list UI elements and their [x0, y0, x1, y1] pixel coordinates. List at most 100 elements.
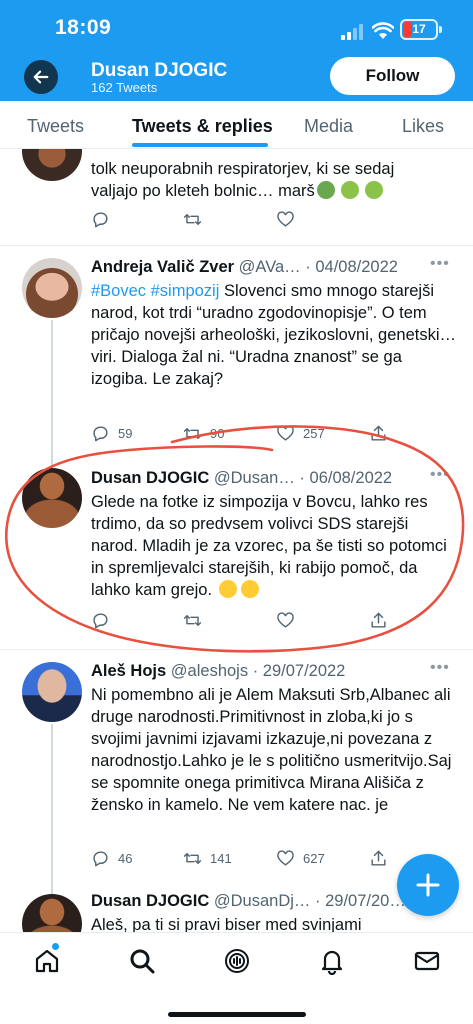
retweet-button[interactable]: [183, 208, 210, 230]
tweet-date[interactable]: 29/07/20…: [325, 892, 406, 910]
follow-button[interactable]: Follow: [330, 57, 455, 95]
profile-tabs: Tweets Tweets & replies Media Likes: [0, 101, 473, 149]
author-name[interactable]: Dusan DJOGIC: [91, 469, 209, 487]
reply-icon: [93, 850, 108, 866]
notification-dot: [52, 943, 59, 950]
reply-button[interactable]: [91, 609, 118, 631]
author-handle[interactable]: @AVa…: [239, 258, 301, 276]
zany-face-emoji: [218, 580, 237, 598]
tab-tweets-replies[interactable]: Tweets & replies: [132, 116, 273, 137]
reply-button[interactable]: 46: [91, 847, 132, 869]
hashtag-links[interactable]: #Bovec #simpozij: [91, 282, 219, 300]
tweet-actions: 46 141 627: [91, 847, 391, 869]
battery-level: 17: [412, 22, 426, 36]
retweet-icon: [183, 852, 202, 864]
share-button[interactable]: [369, 847, 396, 869]
tab-likes[interactable]: Likes: [402, 116, 444, 137]
profile-header: 18:09 17 Dusan DJOGIC 162 Tweets Follow: [0, 0, 473, 101]
nauseated-face-emoji: [316, 181, 335, 199]
tweet-text-line: valjajo po kleteh bolnic… marš: [91, 182, 315, 200]
tweet-date[interactable]: 06/08/2022: [310, 469, 393, 487]
wifi-icon: [372, 22, 394, 39]
avatar[interactable]: [22, 149, 82, 181]
reply-icon: [93, 211, 108, 227]
vomiting-face-emoji: [340, 181, 359, 199]
author-handle[interactable]: @DusanDj…: [214, 892, 311, 910]
more-options-icon[interactable]: •••: [430, 466, 450, 484]
like-button[interactable]: [276, 609, 303, 631]
retweet-button[interactable]: 90: [183, 422, 224, 444]
tweet-count: 162 Tweets: [91, 80, 158, 95]
reply-count: 46: [118, 850, 133, 866]
tab-tweets[interactable]: Tweets: [27, 116, 84, 137]
tweet-date[interactable]: 04/08/2022: [315, 258, 398, 276]
status-time: 18:09: [55, 16, 112, 39]
author-name[interactable]: Andreja Valič Zver: [91, 258, 234, 276]
share-button[interactable]: [369, 422, 396, 444]
status-bar: 18:09 17: [0, 14, 473, 44]
avatar[interactable]: [22, 468, 82, 528]
search-icon[interactable]: [128, 947, 156, 975]
spaces-icon[interactable]: [223, 947, 251, 975]
share-icon: [371, 425, 386, 441]
tweet-date[interactable]: 29/07/2022: [263, 662, 346, 680]
author-name[interactable]: Aleš Hojs: [91, 662, 166, 680]
retweet-count: 141: [210, 850, 232, 866]
tweet-actions: [91, 208, 391, 230]
tweet-text-line: tolk neuporabnih respiratorjev, ki se se…: [91, 160, 395, 178]
like-count: 257: [303, 425, 325, 441]
like-count: 627: [303, 850, 325, 866]
tweet-divider: [0, 245, 473, 246]
plus-icon: [416, 873, 440, 897]
cellular-signal-icon: [341, 24, 363, 40]
tweet-text: Glede na fotke iz simpozija v Bovcu, lah…: [91, 493, 447, 599]
reply-button[interactable]: [91, 208, 118, 230]
tweet-text: Ni pomembno ali je Alem Maksuti Srb,Alba…: [91, 686, 452, 814]
more-options-icon[interactable]: •••: [430, 659, 450, 677]
active-tab-indicator: [132, 143, 268, 147]
reply-icon: [93, 612, 108, 628]
compose-tweet-button[interactable]: [397, 854, 459, 916]
bottom-navigation: [0, 932, 473, 1024]
heart-icon: [277, 210, 294, 227]
battery-icon: 17: [400, 19, 438, 40]
more-options-icon[interactable]: •••: [430, 255, 450, 273]
like-button[interactable]: [276, 208, 303, 230]
avatar[interactable]: [22, 662, 82, 722]
vomiting-face-emoji: [364, 181, 383, 199]
messages-icon[interactable]: [413, 947, 441, 975]
tab-media[interactable]: Media: [304, 116, 353, 137]
share-button[interactable]: [369, 609, 396, 631]
heart-icon: [277, 849, 294, 866]
retweet-button[interactable]: 141: [183, 847, 232, 869]
tweet-text: Aleš, pa ti si pravi biser med svinjami: [91, 916, 362, 932]
arrow-left-icon: [33, 70, 49, 84]
tweet-actions: 59 90 257: [91, 422, 391, 444]
home-icon[interactable]: [33, 947, 61, 975]
reply-icon: [93, 425, 108, 441]
retweet-icon: [183, 427, 202, 439]
tweet-actions: [91, 609, 391, 631]
notifications-icon[interactable]: [318, 947, 346, 976]
share-icon: [371, 612, 386, 628]
like-button[interactable]: 257: [276, 422, 325, 444]
avatar[interactable]: [22, 258, 82, 318]
avatar[interactable]: [22, 894, 82, 932]
author-name[interactable]: Dusan DJOGIC: [91, 892, 209, 910]
tweet-divider: [0, 649, 473, 650]
heart-icon: [277, 611, 294, 628]
reply-button[interactable]: 59: [91, 422, 132, 444]
like-button[interactable]: 627: [276, 847, 325, 869]
tweet-text: #Bovec #simpozij Slovenci smo mnogo star…: [91, 282, 457, 388]
back-button[interactable]: [24, 60, 58, 94]
heart-icon: [277, 424, 294, 441]
retweet-icon: [183, 614, 202, 626]
tears-of-joy-emoji: [240, 580, 259, 598]
profile-name: Dusan DJOGIC: [91, 60, 228, 81]
timeline[interactable]: tolk neuporabnih respiratorjev, ki se se…: [0, 149, 473, 932]
retweet-button[interactable]: [183, 609, 210, 631]
author-handle[interactable]: @aleshojs: [171, 662, 248, 680]
author-handle[interactable]: @Dusan…: [214, 469, 295, 487]
share-icon: [371, 850, 386, 866]
retweet-icon: [183, 213, 202, 225]
